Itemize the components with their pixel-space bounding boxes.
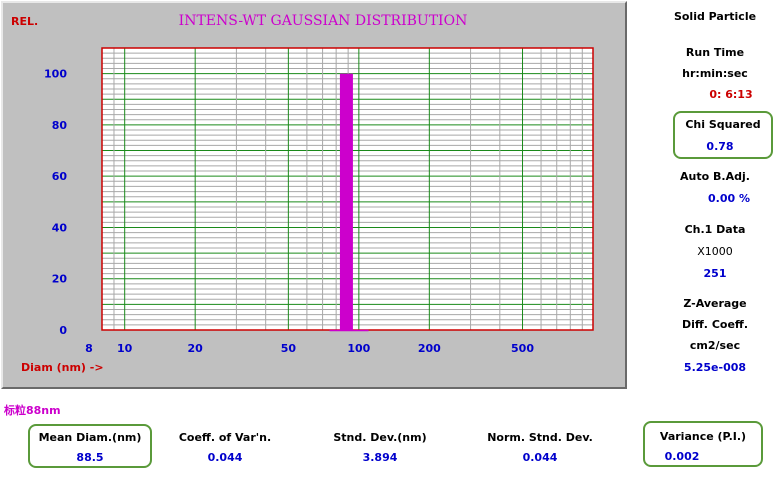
y-tick-label: 100 <box>44 68 67 81</box>
ch1-label: Ch.1 Data <box>684 223 746 236</box>
run-time-label: Run Time <box>685 46 745 59</box>
x-tick-label: 8 <box>85 342 93 355</box>
y-tick-label: 80 <box>52 119 68 132</box>
particle-type: Solid Particle <box>673 10 757 23</box>
variance-value: 0.002 <box>664 450 700 463</box>
variance-label: Variance (P.I.) <box>659 430 747 443</box>
distribution-bar <box>339 73 353 331</box>
x-tick-label: 500 <box>511 342 534 355</box>
diff-value: 5.25e-008 <box>683 361 747 374</box>
diff-units: cm2/sec <box>689 339 741 352</box>
ch1-multiplier: X1000 <box>697 245 733 258</box>
chi-squared-label: Chi Squared <box>685 118 761 131</box>
x-tick-label: 50 <box>281 342 297 355</box>
chi-squared-value: 0.78 <box>706 140 734 153</box>
norm-std-label: Norm. Stnd. Dev. <box>487 431 593 444</box>
diff-coeff-label: Diff. Coeff. <box>682 318 748 331</box>
mean-diam-label: Mean Diam.(nm) <box>38 431 142 444</box>
zavg-label: Z-Average <box>683 297 747 310</box>
ch1-value: 251 <box>703 267 727 280</box>
y-tick-label: 0 <box>59 324 67 337</box>
std-dev-label: Stnd. Dev.(nm) <box>333 431 427 444</box>
auto-badj-label: Auto B.Adj. <box>680 170 750 183</box>
x-tick-label: 10 <box>117 342 133 355</box>
y-tick-label: 40 <box>52 221 68 234</box>
mean-diam-value: 88.5 <box>76 451 104 464</box>
x-tick-label: 100 <box>347 342 370 355</box>
coeff-var-value: 0.044 <box>207 451 243 464</box>
run-time-value: 0: 6:13 <box>709 88 753 101</box>
y-tick-label: 60 <box>52 170 68 183</box>
auto-badj-value: 0.00 % <box>708 192 750 205</box>
norm-std-value: 0.044 <box>522 451 558 464</box>
x-tick-label: 20 <box>188 342 204 355</box>
coeff-var-label: Coeff. of Var'n. <box>178 431 272 444</box>
x-axis-label: Diam (nm) -> <box>21 361 104 374</box>
x-tick-label: 200 <box>418 342 441 355</box>
chart-plot: 0 20 40 60 80 100 8 10 20 50 100 200 500 <box>44 47 594 355</box>
run-time-format: hr:min:sec <box>682 67 748 80</box>
y-tick-label: 20 <box>52 273 68 286</box>
sample-label: 标粒88nm <box>4 404 61 417</box>
chart-panel: REL. INTENS-WT GAUSSIAN DISTRIBUTION 0 20… <box>1 1 627 389</box>
std-dev-value: 3.894 <box>362 451 398 464</box>
